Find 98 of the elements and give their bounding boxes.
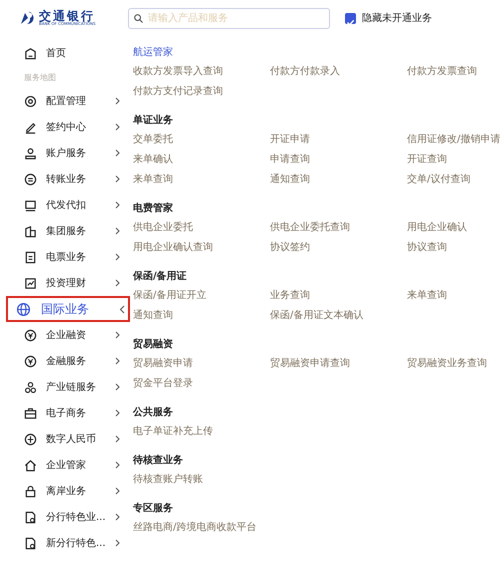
chevron-right-icon: [115, 175, 120, 183]
sidebar-item[interactable]: 分行特色业...: [0, 504, 125, 530]
sidebar-item[interactable]: 转账业务: [0, 166, 125, 192]
sidebar-item[interactable]: 国际业务: [6, 296, 130, 322]
service-link[interactable]: 贸易融资申请: [133, 354, 193, 374]
service-link[interactable]: 供电企业委托查询: [270, 218, 350, 238]
service-link[interactable]: 付款方发票查询: [407, 62, 477, 82]
lock-icon: [24, 484, 37, 498]
chevron-right-icon: [115, 513, 120, 521]
house-icon: [24, 458, 37, 472]
checkbox[interactable]: [345, 12, 356, 24]
service-link[interactable]: 付款方支付记录查询: [133, 82, 223, 102]
section-title: 保函/备用证: [133, 270, 187, 284]
section-title: 专区服务: [133, 502, 173, 516]
service-link[interactable]: 贸金平台登录: [133, 374, 193, 394]
chevron-right-icon: [115, 149, 120, 157]
service-link[interactable]: 业务查询: [270, 286, 310, 306]
building-icon: [24, 224, 37, 238]
service-link[interactable]: 保函/备用证开立: [133, 286, 206, 306]
monitor-icon: [24, 198, 37, 212]
chevron-right-icon: [115, 97, 120, 105]
sidebar-item[interactable]: 签约中心: [0, 114, 125, 140]
service-link[interactable]: 贸易融资申请查询: [270, 354, 350, 374]
section-title: 贸易融资: [133, 338, 173, 352]
sidebar-item[interactable]: 电子商务: [0, 400, 125, 426]
home-icon: [24, 46, 37, 60]
chevron-right-icon: [115, 253, 120, 261]
service-link[interactable]: 用电企业确认: [407, 218, 467, 238]
service-link[interactable]: 来单查询: [407, 286, 447, 306]
sidebar-item[interactable]: 投资理财: [0, 270, 125, 296]
sidebar-item[interactable]: 金融服务: [0, 348, 125, 374]
chevron-right-icon: [115, 331, 120, 339]
chevron-right-icon: [115, 487, 120, 495]
chevron-right-icon: [115, 227, 120, 235]
document-icon: [24, 510, 37, 524]
service-link[interactable]: 来单确认: [133, 150, 173, 170]
service-link[interactable]: 保函/备用证文本确认: [270, 306, 364, 326]
person-icon: [24, 146, 37, 160]
pen-icon: [24, 120, 37, 134]
chevron-right-icon: [115, 123, 120, 131]
chevron-right-icon: [115, 461, 120, 469]
section-label: 服务地图: [23, 72, 57, 84]
chevron-right-icon: [115, 357, 120, 365]
service-link[interactable]: 申请查询: [270, 150, 310, 170]
chevron-right-icon: [115, 383, 120, 391]
section-title: 待核查业务: [133, 454, 183, 468]
service-link[interactable]: 交单/议付查询: [407, 170, 470, 190]
service-link[interactable]: 丝路电商/跨境电商收款平台: [133, 518, 256, 538]
bank-logo-icon: [20, 11, 36, 25]
service-link[interactable]: 电子单证补充上传: [133, 422, 213, 442]
service-link[interactable]: 开证查询: [407, 150, 447, 170]
document-icon: [24, 250, 37, 264]
service-link[interactable]: 来单查询: [133, 170, 173, 190]
bank-name: 交通银行: [39, 10, 95, 22]
sidebar-item[interactable]: 离岸业务: [0, 478, 125, 504]
service-link[interactable]: 协议签约: [270, 238, 310, 258]
service-link[interactable]: 收款方发票导入查询: [133, 62, 223, 82]
service-link[interactable]: 待核查账户转账: [133, 470, 203, 490]
sidebar-item[interactable]: 产业链服务: [0, 374, 125, 400]
sidebar-item[interactable]: 集团服务: [0, 218, 125, 244]
chart-icon: [24, 276, 37, 290]
sidebar-item[interactable]: 企业融资: [0, 322, 125, 348]
gear-icon: [24, 94, 37, 108]
chevron-right-icon: [115, 279, 120, 287]
section-title: 单证业务: [133, 114, 173, 128]
chevron-right-icon: [115, 201, 120, 209]
service-link[interactable]: 协议查询: [407, 238, 447, 258]
home-nav-item[interactable]: 首页: [0, 40, 125, 66]
sidebar-item[interactable]: 账户服务: [0, 140, 125, 166]
briefcase-icon: [24, 406, 37, 420]
section-title: 航运管家: [133, 46, 173, 60]
chevron-right-icon: [115, 539, 120, 547]
service-link[interactable]: 开证申请: [270, 130, 310, 150]
sidebar-item[interactable]: 新分行特色...: [0, 530, 125, 556]
service-link[interactable]: 贸易融资业务查询: [407, 354, 487, 374]
chevron-right-icon: [115, 435, 120, 443]
service-link[interactable]: 信用证修改/撤销申请: [407, 130, 500, 150]
section-title: 电费管家: [133, 201, 173, 216]
sidebar-item[interactable]: 电票业务: [0, 244, 125, 270]
chevron-left-icon: [119, 304, 125, 314]
service-link[interactable]: 供电企业委托: [133, 218, 193, 238]
search-field[interactable]: 请输入产品和服务: [128, 8, 330, 28]
service-link[interactable]: 付款方付款录入: [270, 62, 340, 82]
nodes-icon: [24, 380, 37, 394]
section-title: 公共服务: [133, 406, 173, 420]
sidebar-item[interactable]: 企业管家: [0, 452, 125, 478]
chevron-right-icon: [115, 409, 120, 417]
service-link[interactable]: 通知查询: [270, 170, 310, 190]
service-link[interactable]: 交单委托: [133, 130, 173, 150]
sidebar-item[interactable]: 配置管理: [0, 88, 125, 114]
checkbox-label: 隐藏未开通业务: [362, 12, 432, 25]
document-icon: [24, 536, 37, 550]
globe-icon: [16, 302, 31, 316]
service-link[interactable]: 用电企业确认查询: [133, 238, 213, 258]
sidebar-item[interactable]: 数字人民币: [0, 426, 125, 452]
sidebar-item[interactable]: 代发代扣: [0, 192, 125, 218]
service-link[interactable]: 通知查询: [133, 306, 173, 326]
search-icon: [134, 14, 143, 22]
